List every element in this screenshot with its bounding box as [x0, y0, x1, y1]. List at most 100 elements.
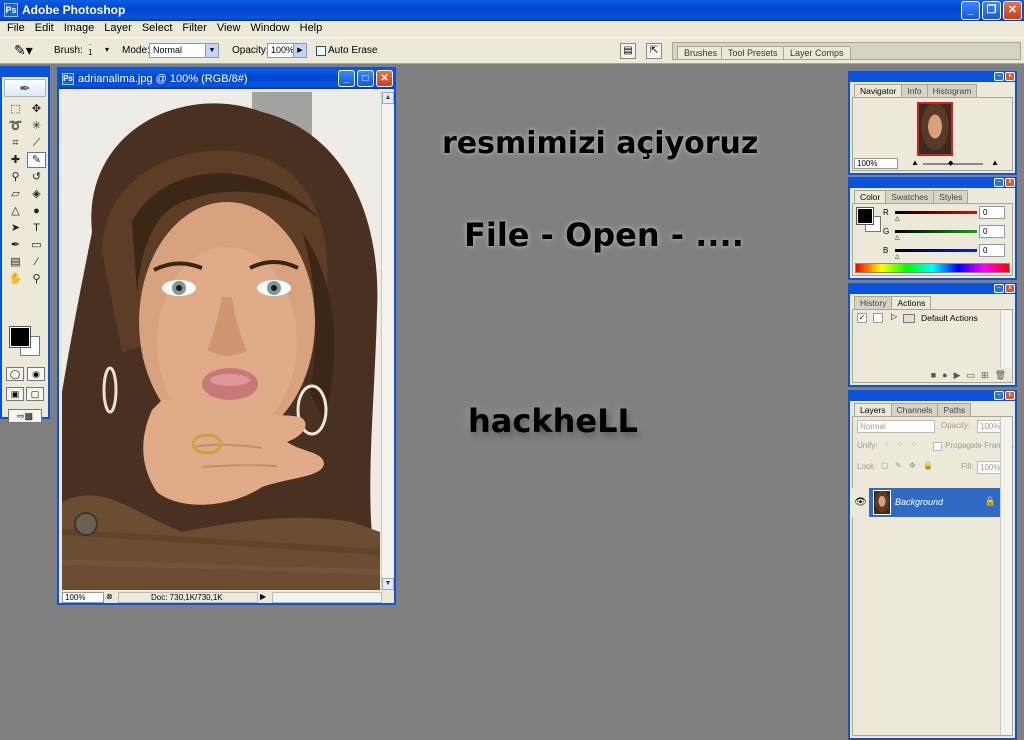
layer-row-background[interactable]: 👁 Background 🔒: [852, 488, 1006, 517]
hand-tool-icon[interactable]: ✋: [6, 271, 25, 287]
shape-tool-icon[interactable]: ▭: [27, 237, 46, 253]
unify-style-icon[interactable]: ⁘: [911, 440, 918, 449]
document-title-bar[interactable]: Ps adrianalima.jpg @ 100% (RGB/8#) _ □ ✕: [59, 69, 394, 89]
tab-layers[interactable]: Layers: [854, 403, 892, 416]
healing-brush-tool-icon[interactable]: ✚: [6, 152, 25, 168]
palette-minimize-icon[interactable]: –: [994, 284, 1004, 293]
well-tab-tool-presets[interactable]: Tool Presets: [721, 46, 785, 59]
status-menu-icon[interactable]: ⊗: [106, 592, 113, 601]
tab-navigator[interactable]: Navigator: [854, 84, 903, 97]
blue-slider-knob-icon[interactable]: △: [895, 253, 900, 260]
well-tab-brushes[interactable]: Brushes: [677, 46, 725, 59]
green-slider-knob-icon[interactable]: △: [895, 234, 900, 241]
crop-tool-icon[interactable]: ⌗: [6, 135, 25, 151]
pencil-tool-icon[interactable]: ✎: [27, 152, 46, 168]
propagate-checkbox[interactable]: [933, 442, 942, 451]
palette-foreground-swatch[interactable]: [856, 207, 874, 225]
action-set-row[interactable]: ✓ ▷ Default Actions: [855, 312, 1005, 325]
clone-stamp-tool-icon[interactable]: ⚲: [6, 169, 25, 185]
zoom-out-icon[interactable]: ▲: [911, 158, 919, 167]
auto-erase-checkbox[interactable]: [316, 46, 326, 56]
menu-filter[interactable]: Filter: [177, 21, 211, 37]
palette-close-icon[interactable]: x: [1005, 178, 1015, 187]
color-spectrum-bar[interactable]: [855, 263, 1010, 273]
magic-wand-tool-icon[interactable]: ✳: [27, 118, 46, 134]
full-screen-menu-mode-icon[interactable]: ▢: [26, 387, 44, 401]
stop-icon[interactable]: ■: [931, 368, 936, 382]
history-brush-tool-icon[interactable]: ↺: [27, 169, 46, 185]
edit-in-imageready-icon[interactable]: ⇨▩: [8, 409, 42, 423]
blur-tool-icon[interactable]: △: [6, 203, 25, 219]
lock-image-icon[interactable]: ✎: [895, 461, 902, 470]
notes-tool-icon[interactable]: ▤: [6, 254, 25, 270]
new-set-icon[interactable]: ▭: [967, 368, 976, 382]
dodge-tool-icon[interactable]: ●: [27, 203, 46, 219]
tab-histogram[interactable]: Histogram: [926, 84, 978, 97]
tab-paths[interactable]: Paths: [937, 403, 972, 416]
tab-styles[interactable]: Styles: [933, 190, 969, 203]
menu-file[interactable]: File: [2, 21, 30, 37]
menu-help[interactable]: Help: [295, 21, 328, 37]
adobe-feather-icon[interactable]: ✒: [4, 79, 46, 97]
foreground-color-swatch[interactable]: [9, 326, 31, 348]
palette-minimize-icon[interactable]: –: [994, 72, 1004, 81]
tab-info[interactable]: Info: [901, 84, 928, 97]
close-button[interactable]: ✕: [1003, 1, 1022, 20]
tab-swatches[interactable]: Swatches: [885, 190, 935, 203]
file-browser-icon[interactable]: ▤: [620, 43, 636, 59]
move-tool-icon[interactable]: ✥: [27, 101, 46, 117]
red-slider[interactable]: [895, 211, 977, 214]
doc-minimize-button[interactable]: _: [338, 70, 355, 87]
lock-position-icon[interactable]: ✥: [909, 461, 916, 470]
scroll-down-icon[interactable]: ▼: [382, 578, 394, 590]
actions-scrollbar[interactable]: [1000, 310, 1012, 368]
lasso-tool-icon[interactable]: ➰: [6, 118, 25, 134]
doc-maximize-button[interactable]: □: [357, 70, 374, 87]
trash-icon[interactable]: 🗑: [995, 368, 1006, 382]
quick-mask-mode-icon[interactable]: ◉: [27, 367, 45, 381]
standard-screen-mode-icon[interactable]: ▣: [6, 387, 24, 401]
brush-picker[interactable]: · 1: [88, 41, 92, 57]
standard-mode-icon[interactable]: ◯: [6, 367, 24, 381]
expand-triangle-icon[interactable]: ▷: [891, 312, 897, 321]
menu-window[interactable]: Window: [246, 21, 295, 37]
palette-close-icon[interactable]: x: [1005, 284, 1015, 293]
marquee-tool-icon[interactable]: ⬚: [6, 101, 25, 117]
blend-mode-select[interactable]: Normal: [857, 420, 935, 433]
palette-close-icon[interactable]: x: [1005, 391, 1015, 400]
green-value[interactable]: 0: [979, 225, 1005, 238]
pencil-tool-preset-icon[interactable]: ✎▾: [14, 42, 33, 59]
toggle-item-checkbox[interactable]: ✓: [857, 313, 867, 323]
eyedropper-tool-icon[interactable]: ⁄: [27, 254, 46, 270]
menu-layer[interactable]: Layer: [99, 21, 137, 37]
navigator-zoom-field[interactable]: 100%: [854, 158, 898, 169]
tab-history[interactable]: History: [854, 296, 893, 309]
tab-channels[interactable]: Channels: [890, 403, 939, 416]
document-horizontal-scrollbar[interactable]: [272, 592, 382, 603]
scroll-up-icon[interactable]: ▲: [382, 92, 394, 104]
path-selection-tool-icon[interactable]: ➤: [6, 220, 25, 236]
minimize-button[interactable]: _: [961, 1, 980, 20]
unify-position-icon[interactable]: ⁘: [883, 440, 890, 449]
lock-transparent-icon[interactable]: ▢: [881, 461, 889, 470]
blue-slider[interactable]: [895, 249, 977, 252]
layers-scrollbar[interactable]: [1000, 417, 1012, 735]
zoom-tool-icon[interactable]: ⚲: [27, 271, 46, 287]
zoom-in-icon[interactable]: ▲: [991, 158, 999, 167]
tab-actions[interactable]: Actions: [891, 296, 932, 309]
menu-select[interactable]: Select: [137, 21, 178, 37]
slice-tool-icon[interactable]: ⟋: [27, 135, 46, 151]
paint-bucket-tool-icon[interactable]: ◈: [27, 186, 46, 202]
status-arrow-icon[interactable]: ▶: [260, 592, 266, 601]
document-vertical-scrollbar[interactable]: ▲ ▼: [381, 92, 394, 590]
slider-knob-icon[interactable]: ◆: [948, 159, 953, 167]
doc-close-button[interactable]: ✕: [376, 70, 393, 87]
opacity-input[interactable]: 100% ▶: [267, 43, 307, 58]
eye-visibility-icon[interactable]: 👁: [852, 488, 869, 517]
type-tool-icon[interactable]: T: [27, 220, 46, 236]
play-icon[interactable]: ▶: [954, 368, 961, 382]
toggle-palettes-icon[interactable]: ⇱: [646, 43, 662, 59]
menu-image[interactable]: Image: [59, 21, 100, 37]
image-canvas[interactable]: [62, 92, 380, 590]
red-value[interactable]: 0: [979, 206, 1005, 219]
